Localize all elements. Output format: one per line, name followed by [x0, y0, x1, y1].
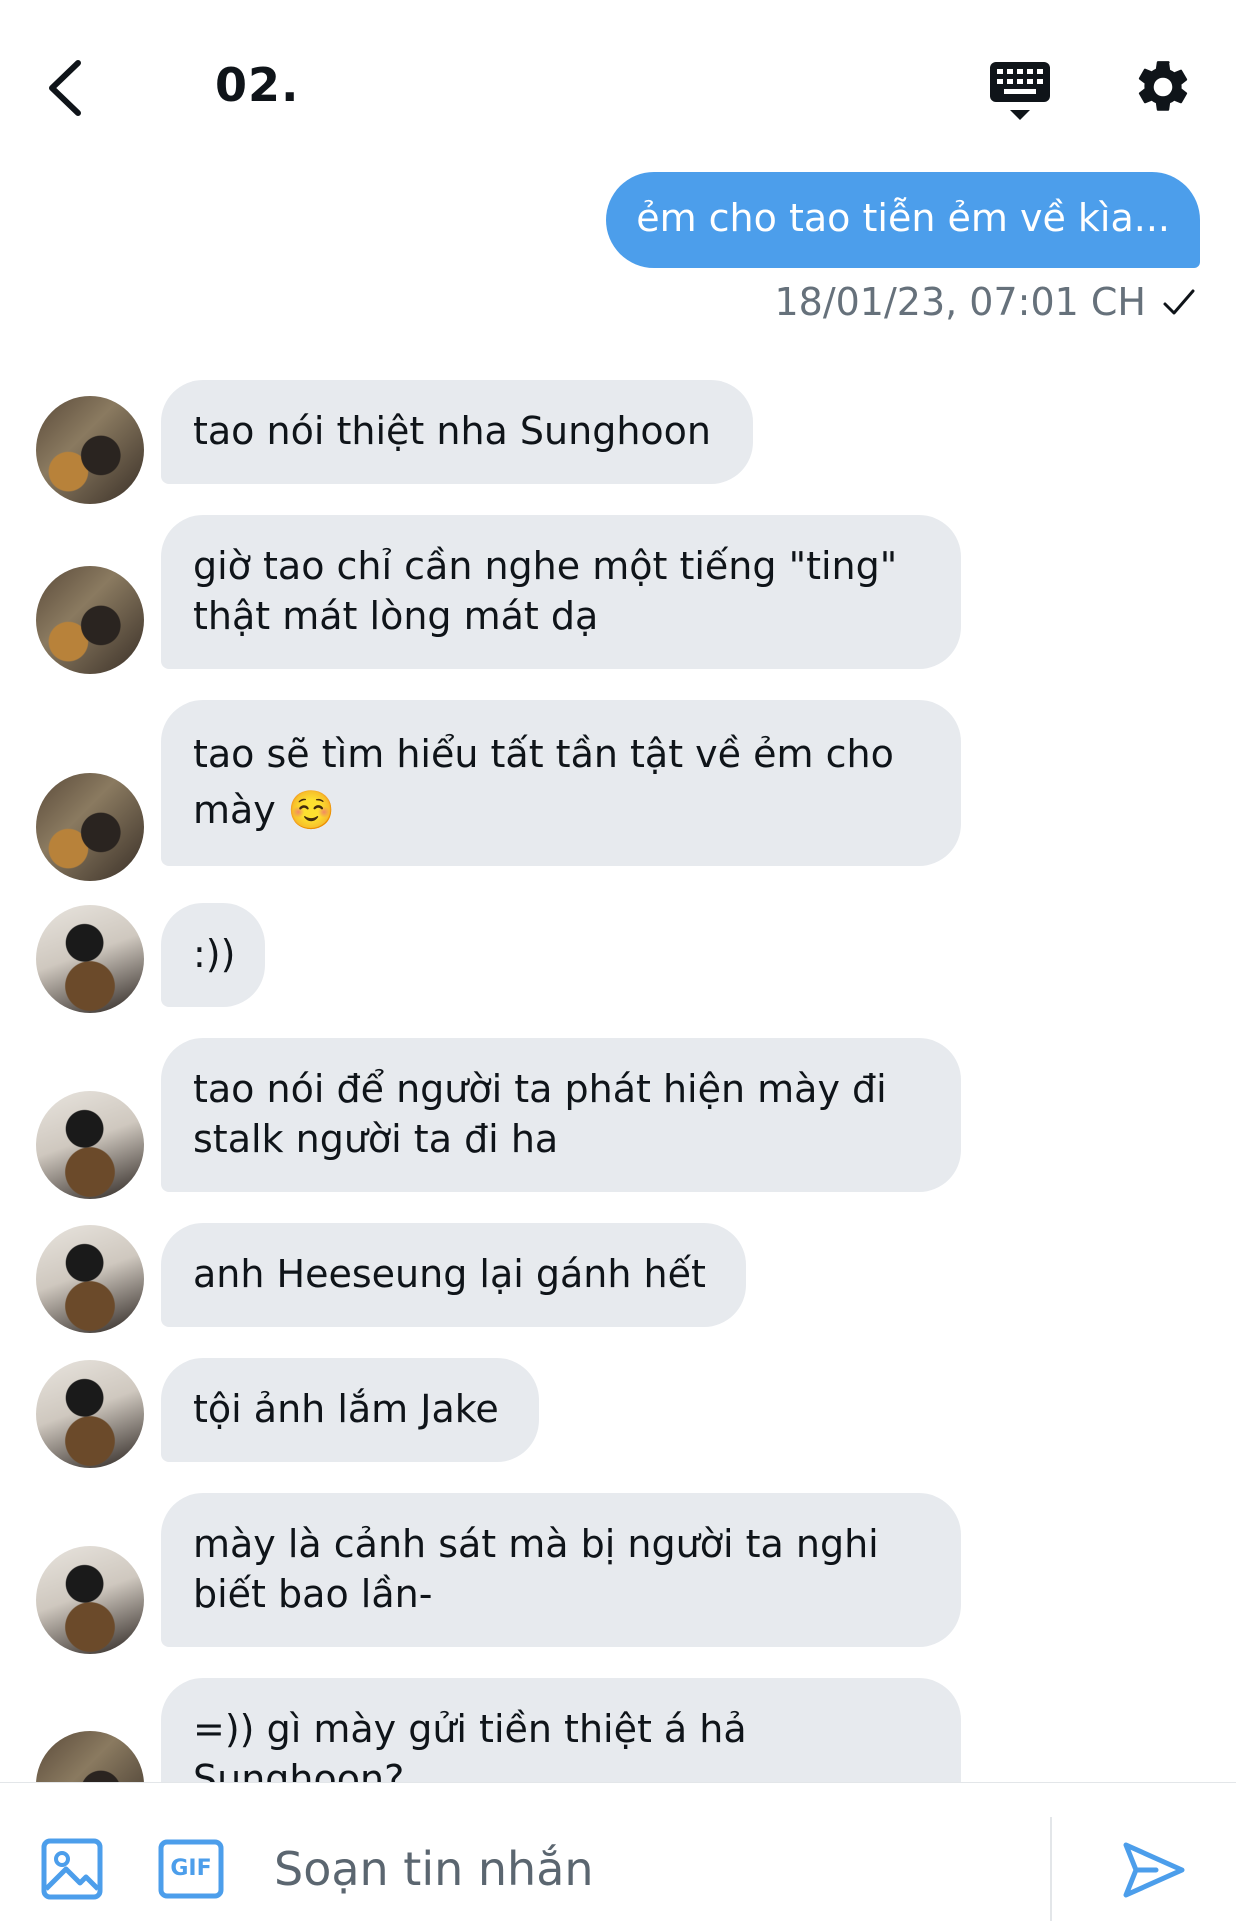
settings-button[interactable] [1132, 56, 1194, 118]
incoming-message[interactable]: tao nói để người ta phát hiện mày đi sta… [161, 1038, 961, 1192]
avatar[interactable] [36, 1225, 144, 1333]
gif-button[interactable]: GIF [158, 1839, 224, 1899]
add-image-button[interactable] [40, 1837, 104, 1901]
keyboard-icon [990, 62, 1050, 120]
message-composer: GIF [0, 1782, 1236, 1921]
send-icon [1123, 1842, 1185, 1898]
keyboard-toggle-button[interactable] [988, 58, 1052, 124]
incoming-message[interactable]: tao nói thiệt nha Sunghoon [161, 380, 753, 484]
avatar[interactable] [36, 1731, 144, 1782]
avatar[interactable] [36, 1546, 144, 1654]
message-input[interactable] [272, 1823, 1036, 1915]
conversation-title: 02. [215, 58, 300, 112]
check-icon [1163, 289, 1195, 315]
incoming-message[interactable]: :)) [161, 903, 265, 1007]
divider [1050, 1817, 1052, 1921]
avatar[interactable] [36, 1091, 144, 1199]
incoming-message[interactable]: mày là cảnh sát mà bị người ta nghi biết… [161, 1493, 961, 1647]
avatar[interactable] [36, 566, 144, 674]
incoming-message[interactable]: tội ảnh lắm Jake [161, 1358, 539, 1462]
incoming-message[interactable]: =)) gì mày gửi tiền thiệt á hả Sunghoon? [161, 1678, 961, 1782]
avatar[interactable] [36, 905, 144, 1013]
message-meta: 18/01/23, 07:01 CH [774, 280, 1196, 324]
gif-label: GIF [170, 1856, 212, 1881]
message-list[interactable]: ẻm cho tao tiễn ẻm về kìa... 18/01/23, 0… [0, 170, 1236, 1782]
outgoing-message[interactable]: ẻm cho tao tiễn ẻm về kìa... [606, 172, 1200, 268]
incoming-message[interactable]: anh Heeseung lại gánh hết [161, 1223, 746, 1327]
avatar[interactable] [36, 396, 144, 504]
incoming-message[interactable]: giờ tao chỉ cần nghe một tiếng "ting" th… [161, 515, 961, 669]
message-timestamp: 18/01/23, 07:01 CH [774, 280, 1146, 324]
back-button[interactable] [40, 55, 100, 121]
chat-header: 02. [0, 0, 1236, 170]
send-button[interactable] [1122, 1841, 1186, 1899]
chevron-left-icon [49, 60, 81, 116]
gear-icon [1138, 61, 1188, 111]
image-icon [41, 1838, 103, 1900]
avatar[interactable] [36, 773, 144, 881]
incoming-message[interactable]: tao sẽ tìm hiểu tất tần tật về ẻm cho mà… [161, 700, 961, 866]
avatar[interactable] [36, 1360, 144, 1468]
